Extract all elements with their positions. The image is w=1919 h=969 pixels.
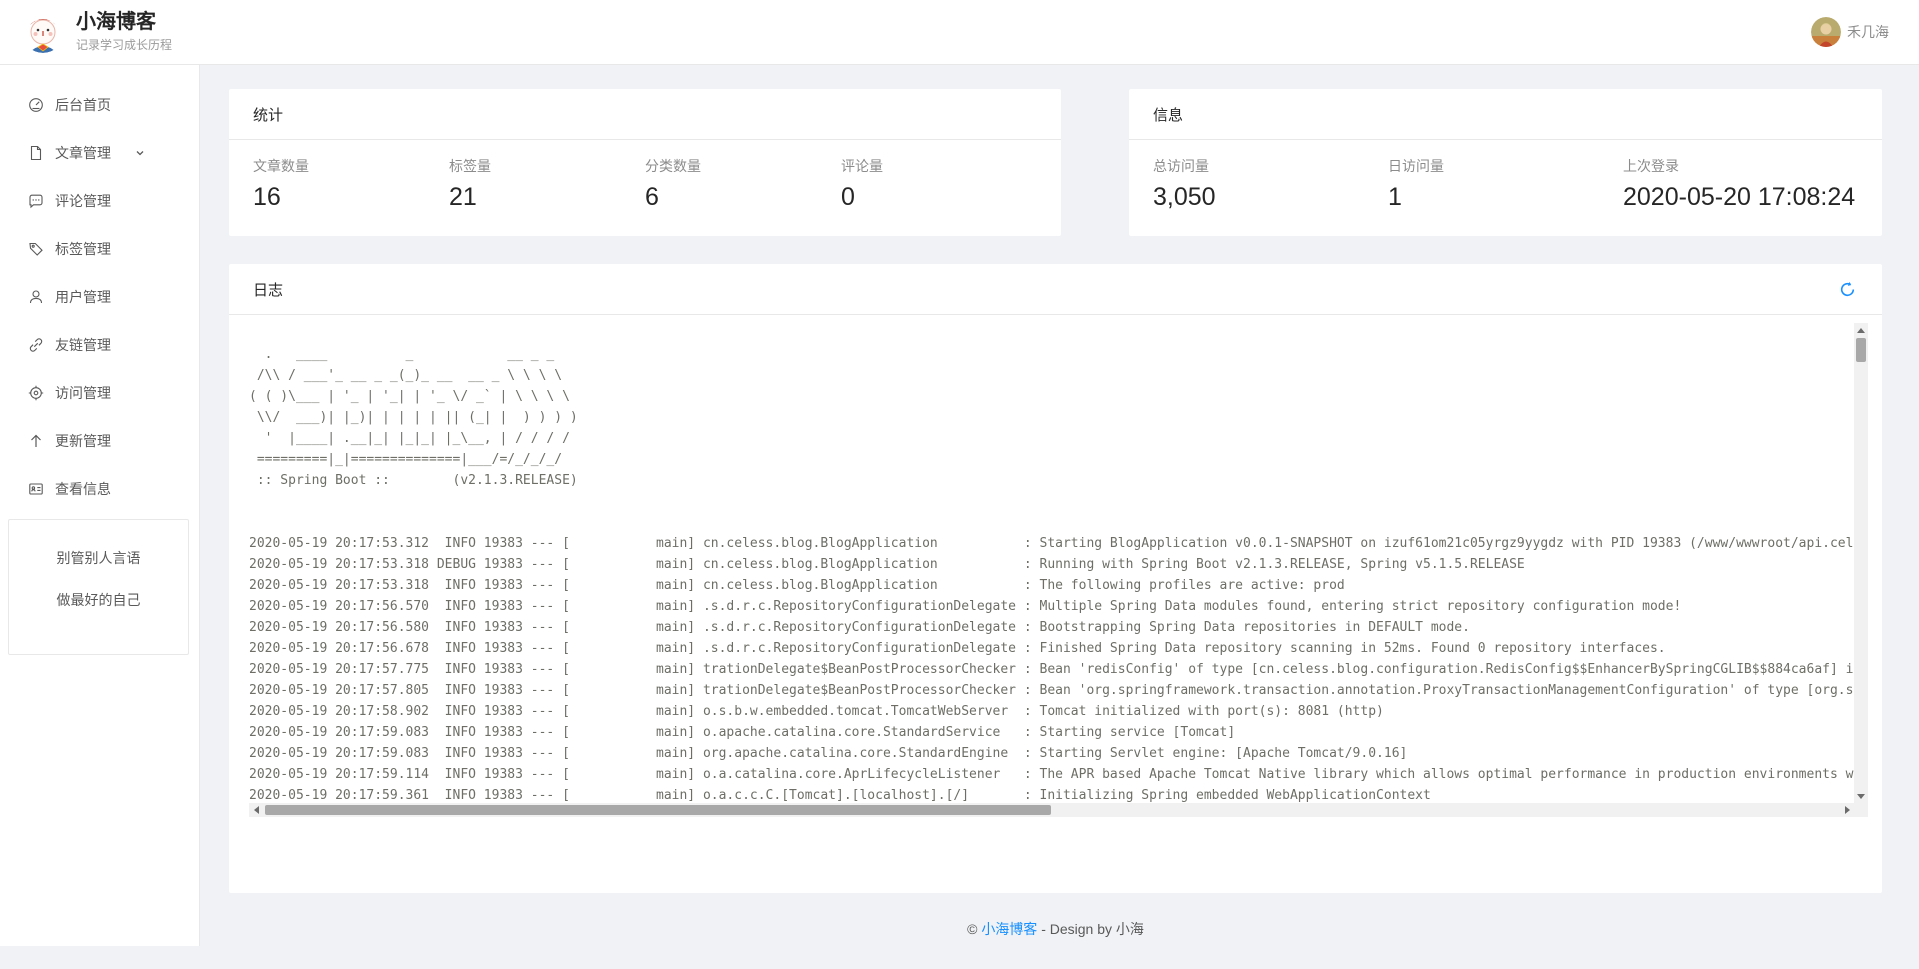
scroll-left-button[interactable]: [249, 803, 263, 817]
horizontal-scrollbar[interactable]: [249, 803, 1854, 817]
log-viewport: . ____ _ __ _ _ /\\ / ___'_ __ _ _(_)_ _…: [249, 323, 1868, 817]
footer-blog-link[interactable]: 小海博客: [981, 921, 1037, 937]
metric-daily-visits: 日访问量 1: [1388, 156, 1623, 212]
sidebar: 后台首页 文章管理 评论管理: [0, 65, 200, 946]
sidebar-item-label: 用户管理: [55, 287, 111, 307]
sidebar-item-updates[interactable]: 更新管理: [0, 417, 199, 465]
sidebar-item-tags[interactable]: 标签管理: [0, 225, 199, 273]
user-icon: [28, 289, 44, 305]
blog-logo-avatar: [22, 11, 64, 53]
info-card: 信息 总访问量 3,050 日访问量 1 上次登录 2020-05-20 17:…: [1129, 89, 1882, 236]
scroll-right-button[interactable]: [1840, 803, 1854, 817]
log-pre: . ____ _ __ _ _ /\\ / ___'_ __ _ _(_)_ _…: [249, 323, 1854, 803]
sidebar-item-articles[interactable]: 文章管理: [0, 129, 199, 177]
metric-value: 1: [1388, 183, 1623, 212]
scroll-down-button[interactable]: [1854, 789, 1868, 803]
metric-comments: 评论量 0: [841, 156, 1037, 212]
sidebar-item-label: 访问管理: [55, 383, 111, 403]
sidebar-item-label: 标签管理: [55, 239, 111, 259]
brand[interactable]: 小海博客 记录学习成长历程: [22, 11, 172, 53]
vertical-scrollbar-thumb[interactable]: [1856, 338, 1866, 362]
main-area: 统计 文章数量 16 标签量 21 分类数量 6 评论量: [201, 0, 1919, 969]
footer: © 小海博客 - Design by 小海: [229, 893, 1882, 969]
metric-value: 3,050: [1153, 183, 1388, 212]
metric-label: 评论量: [841, 156, 1037, 176]
idcard-icon: [28, 481, 44, 497]
sidebar-item-comments[interactable]: 评论管理: [0, 177, 199, 225]
sidebar-item-label: 更新管理: [55, 431, 111, 451]
dashboard-icon: [28, 97, 44, 113]
sidebar-item-label: 文章管理: [55, 143, 111, 163]
user-menu[interactable]: 禾几海: [1811, 17, 1889, 47]
scroll-up-button[interactable]: [1854, 323, 1868, 337]
reload-icon: [1839, 281, 1856, 298]
horizontal-scrollbar-thumb[interactable]: [265, 805, 1051, 815]
sidebar-motto: 别管别人言语 做最好的自己: [8, 519, 189, 655]
info-card-title: 信息: [1129, 89, 1882, 140]
motto-line-1: 别管别人言语: [15, 548, 182, 568]
metric-tags: 标签量 21: [449, 156, 645, 212]
metric-value: 21: [449, 183, 645, 212]
tag-icon: [28, 241, 44, 257]
comment-icon: [28, 193, 44, 209]
footer-copyright: ©: [967, 921, 981, 937]
metric-articles: 文章数量 16: [253, 156, 449, 212]
metric-value: 16: [253, 183, 449, 212]
sidebar-item-visits[interactable]: 访问管理: [0, 369, 199, 417]
footer-designer: - Design by 小海: [1037, 921, 1144, 937]
arrow-up-icon: [28, 433, 44, 449]
log-card: 日志 . ____ _ __ _ _ /\\ / ___'_ __ _ _(_)…: [229, 264, 1882, 893]
blog-title: 小海博客: [76, 11, 172, 33]
scrollbar-corner: [1854, 803, 1868, 817]
file-icon: [28, 145, 44, 161]
metric-value: 0: [841, 183, 1037, 212]
top-header: 小海博客 记录学习成长历程 禾几海: [0, 0, 1919, 65]
stats-card-title: 统计: [229, 89, 1061, 140]
refresh-button[interactable]: [1837, 279, 1858, 300]
stats-card: 统计 文章数量 16 标签量 21 分类数量 6 评论量: [229, 89, 1061, 236]
metric-last-login: 上次登录 2020-05-20 17:08:24: [1623, 156, 1858, 212]
vertical-scrollbar[interactable]: [1854, 323, 1868, 803]
blog-subtitle: 记录学习成长历程: [76, 36, 172, 53]
chevron-down-icon: [135, 148, 145, 158]
sidebar-item-view-info[interactable]: 查看信息: [0, 465, 199, 513]
metric-label: 日访问量: [1388, 156, 1623, 176]
sidebar-item-label: 查看信息: [55, 479, 111, 499]
metric-categories: 分类数量 6: [645, 156, 841, 212]
sidebar-item-label: 评论管理: [55, 191, 111, 211]
link-icon: [28, 337, 44, 353]
metric-label: 文章数量: [253, 156, 449, 176]
metric-label: 标签量: [449, 156, 645, 176]
sidebar-item-label: 后台首页: [55, 95, 111, 115]
metric-value: 2020-05-20 17:08:24: [1623, 183, 1858, 212]
sidebar-item-dashboard[interactable]: 后台首页: [0, 81, 199, 129]
metric-total-visits: 总访问量 3,050: [1153, 156, 1388, 212]
motto-line-2: 做最好的自己: [15, 590, 182, 610]
sidebar-item-users[interactable]: 用户管理: [0, 273, 199, 321]
aim-icon: [28, 385, 44, 401]
metric-label: 上次登录: [1623, 156, 1858, 176]
sidebar-item-links[interactable]: 友链管理: [0, 321, 199, 369]
metric-value: 6: [645, 183, 841, 212]
metric-label: 总访问量: [1153, 156, 1388, 176]
sidebar-item-label: 友链管理: [55, 335, 111, 355]
log-card-title: 日志: [253, 279, 283, 300]
user-name: 禾几海: [1847, 22, 1889, 42]
metric-label: 分类数量: [645, 156, 841, 176]
user-avatar: [1811, 17, 1841, 47]
